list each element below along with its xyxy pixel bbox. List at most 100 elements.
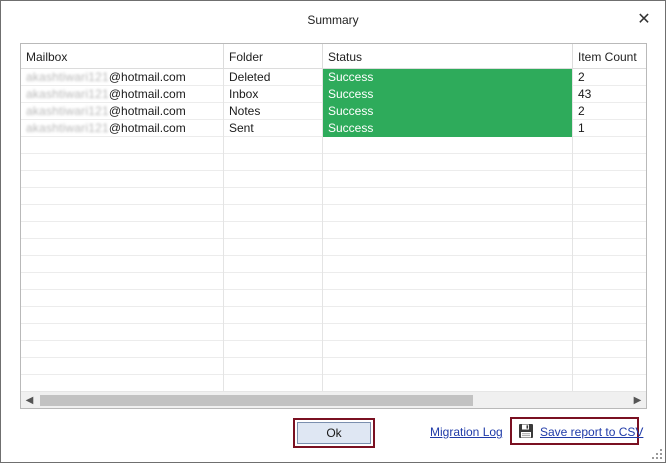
folder-cell (224, 239, 323, 256)
summary-table: Mailbox Folder Status Item Count akashti… (20, 43, 647, 409)
mailbox-cell (21, 375, 224, 392)
folder-cell (224, 171, 323, 188)
item-count-cell: 1 (578, 121, 585, 135)
table-row[interactable] (21, 358, 646, 375)
migration-log-link[interactable]: Migration Log (430, 425, 503, 439)
mailbox-cell (21, 290, 224, 307)
horizontal-scrollbar[interactable]: ◀ ▶ (21, 391, 646, 408)
table-row[interactable]: akashtiwari121@hotmail.com Sent Success 1 (21, 120, 646, 137)
table-row[interactable] (21, 307, 646, 324)
scroll-right-icon[interactable]: ▶ (629, 392, 646, 408)
mailbox-cell (21, 137, 224, 154)
table-row[interactable]: akashtiwari121@hotmail.com Deleted Success… (21, 69, 646, 86)
table-row[interactable] (21, 188, 646, 205)
table-row[interactable] (21, 375, 646, 392)
item-count-cell (573, 256, 646, 273)
save-report-button[interactable]: Save report to CSV (510, 417, 643, 445)
table-row[interactable] (21, 137, 646, 154)
mailbox-username-redacted: akashtiwari121 (26, 104, 109, 118)
table-row[interactable] (21, 341, 646, 358)
status-cell: Success (323, 69, 573, 86)
table-row[interactable] (21, 154, 646, 171)
folder-cell: Inbox (224, 86, 323, 103)
item-count-cell (573, 290, 646, 307)
item-count-cell (573, 137, 646, 154)
mailbox-domain: @hotmail.com (108, 87, 186, 101)
column-header-folder[interactable]: Folder (224, 44, 323, 69)
status-cell (323, 324, 573, 341)
folder-cell (224, 137, 323, 154)
table-header: Mailbox Folder Status Item Count (21, 44, 646, 69)
dialog-title: Summary (307, 13, 359, 27)
table-row[interactable] (21, 239, 646, 256)
status-cell (323, 341, 573, 358)
folder-cell (224, 290, 323, 307)
table-row[interactable] (21, 222, 646, 239)
save-report-link[interactable]: Save report to CSV (540, 425, 643, 439)
table-row[interactable] (21, 324, 646, 341)
status-cell (323, 222, 573, 239)
scrollbar-thumb[interactable] (40, 395, 473, 406)
mailbox-cell (21, 154, 224, 171)
folder-cell (224, 324, 323, 341)
folder-cell: Deleted (224, 69, 323, 86)
folder-cell (224, 205, 323, 222)
folder-cell (224, 188, 323, 205)
mailbox-cell (21, 205, 224, 222)
resize-grip-icon[interactable] (651, 448, 663, 460)
ok-button-label: Ok (297, 422, 371, 444)
summary-dialog: Summary ✕ Mailbox Folder Status Item Cou… (0, 0, 666, 463)
folder-cell: Notes (224, 103, 323, 120)
item-count-cell (573, 205, 646, 222)
item-count-cell (573, 341, 646, 358)
status-cell: Success (323, 86, 573, 103)
table-row[interactable] (21, 290, 646, 307)
mailbox-cell: akashtiwari121@hotmail.com (21, 69, 224, 86)
item-count-cell (573, 273, 646, 290)
table-body: akashtiwari121@hotmail.com Deleted Success… (21, 69, 646, 392)
folder-cell (224, 341, 323, 358)
item-count-cell (573, 171, 646, 188)
folder-cell (224, 358, 323, 375)
mailbox-cell (21, 341, 224, 358)
item-count-cell (573, 154, 646, 171)
mailbox-username-redacted: akashtiwari121 (26, 121, 109, 135)
folder-cell (224, 154, 323, 171)
table-row[interactable] (21, 205, 646, 222)
item-count-cell (573, 324, 646, 341)
status-cell (323, 205, 573, 222)
mailbox-cell (21, 188, 224, 205)
table-row[interactable]: akashtiwari121@hotmail.com Inbox Success 43 (21, 86, 646, 103)
status-cell (323, 273, 573, 290)
status-cell (323, 137, 573, 154)
column-header-mailbox[interactable]: Mailbox (21, 44, 224, 69)
status-cell: Success (323, 103, 573, 120)
status-cell (323, 256, 573, 273)
mailbox-username-redacted: akashtiwari121 (26, 87, 109, 101)
floppy-disk-icon (519, 424, 533, 438)
mailbox-domain: @hotmail.com (108, 70, 186, 84)
mailbox-cell (21, 171, 224, 188)
status-cell: Success (323, 120, 573, 137)
item-count-cell (573, 358, 646, 375)
item-count-cell (573, 239, 646, 256)
item-count-cell (573, 375, 646, 392)
table-row[interactable] (21, 273, 646, 290)
mailbox-cell (21, 273, 224, 290)
folder-cell: Sent (224, 120, 323, 137)
mailbox-cell (21, 324, 224, 341)
mailbox-cell: akashtiwari121@hotmail.com (21, 103, 224, 120)
table-row[interactable]: akashtiwari121@hotmail.com Notes Success 2 (21, 103, 646, 120)
ok-button[interactable]: Ok (293, 418, 375, 448)
status-cell (323, 171, 573, 188)
scroll-left-icon[interactable]: ◀ (21, 392, 38, 408)
close-icon[interactable]: ✕ (633, 9, 655, 31)
status-cell (323, 239, 573, 256)
column-header-status[interactable]: Status (323, 44, 573, 69)
table-row[interactable] (21, 171, 646, 188)
table-row[interactable] (21, 256, 646, 273)
column-header-item-count[interactable]: Item Count (573, 44, 646, 69)
status-cell (323, 375, 573, 392)
item-count-cell: 43 (578, 87, 592, 101)
folder-cell (224, 307, 323, 324)
